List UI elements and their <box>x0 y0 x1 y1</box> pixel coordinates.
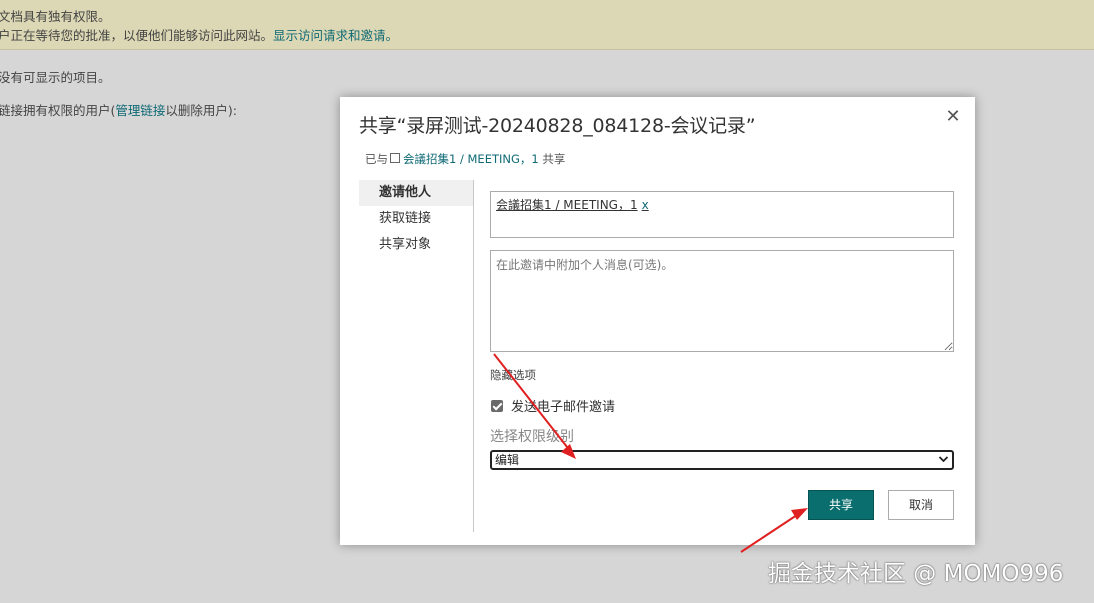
recipient-name: 会議招集1 / MEETING，1 <box>496 198 638 212</box>
send-email-label: 发送电子邮件邀请 <box>511 400 616 415</box>
close-icon[interactable]: ✕ <box>943 107 963 127</box>
nav-get-link[interactable]: 获取链接 <box>359 206 473 232</box>
link-users-text: 链接拥有权限的用户(管理链接以删除用户): <box>0 100 237 119</box>
share-dialog: 共享“录屏测试-20240828_084128-会议记录” ✕ 已与会議招集1 … <box>340 97 975 545</box>
manage-links-link[interactable]: 管理链接 <box>115 103 165 118</box>
link-users-prefix: 链接拥有权限的用户( <box>0 103 116 118</box>
send-email-row[interactable]: 发送电子邮件邀请 <box>491 396 615 415</box>
share-nav: 邀请他人 获取链接 共享对象 <box>359 180 473 258</box>
group-icon <box>390 153 400 163</box>
personal-message-input[interactable] <box>490 250 954 352</box>
cancel-button[interactable]: 取消 <box>888 490 954 520</box>
nav-invite-people[interactable]: 邀请他人 <box>359 180 473 206</box>
permission-level-select[interactable]: 编辑 <box>490 450 954 470</box>
permission-level-value: 编辑 <box>495 453 520 467</box>
link-users-suffix: 以删除用户): <box>165 103 237 118</box>
nav-shared-with[interactable]: 共享对象 <box>359 232 473 258</box>
shared-suffix: 共享 <box>542 152 566 166</box>
shared-with-line: 已与 会議招集1 / MEETING，1 共享 <box>365 151 565 167</box>
hide-options-link[interactable]: 隐藏选项 <box>490 367 536 383</box>
chevron-down-icon <box>938 452 949 471</box>
watermark: 掘金技术社区 @ MOMO996 <box>768 561 1064 587</box>
shared-with-link[interactable]: 会議招集1 / MEETING，1 <box>403 152 539 166</box>
banner-line-permissions: 文档具有独有权限。 <box>0 9 111 24</box>
share-button[interactable]: 共享 <box>808 490 874 520</box>
dialog-title: 共享“录屏测试-20240828_084128-会议记录” <box>359 115 756 137</box>
permission-level-label: 选择权限级别 <box>490 429 574 445</box>
show-requests-link[interactable]: 显示访问请求和邀请。 <box>273 28 398 43</box>
banner-requests-text: 户正在等待您的批准，以便他们能够访问此网站。 <box>0 28 274 43</box>
remove-recipient-icon[interactable]: x <box>642 198 649 212</box>
recipient-chip: 会議招集1 / MEETING，1 x <box>496 196 649 213</box>
recipients-input[interactable]: 会議招集1 / MEETING，1 x <box>490 191 954 238</box>
nav-divider <box>473 180 474 532</box>
shared-prefix: 已与 <box>365 152 388 166</box>
no-items-text: 没有可显示的项目。 <box>0 70 111 85</box>
permissions-banner: 文档具有独有权限。 户正在等待您的批准，以便他们能够访问此网站。显示访问请求和邀… <box>0 0 1094 50</box>
send-email-checkbox[interactable] <box>491 400 503 412</box>
page: 文档具有独有权限。 户正在等待您的批准，以便他们能够访问此网站。显示访问请求和邀… <box>0 0 1094 603</box>
banner-line-requests: 户正在等待您的批准，以便他们能够访问此网站。显示访问请求和邀请。 <box>0 25 398 44</box>
